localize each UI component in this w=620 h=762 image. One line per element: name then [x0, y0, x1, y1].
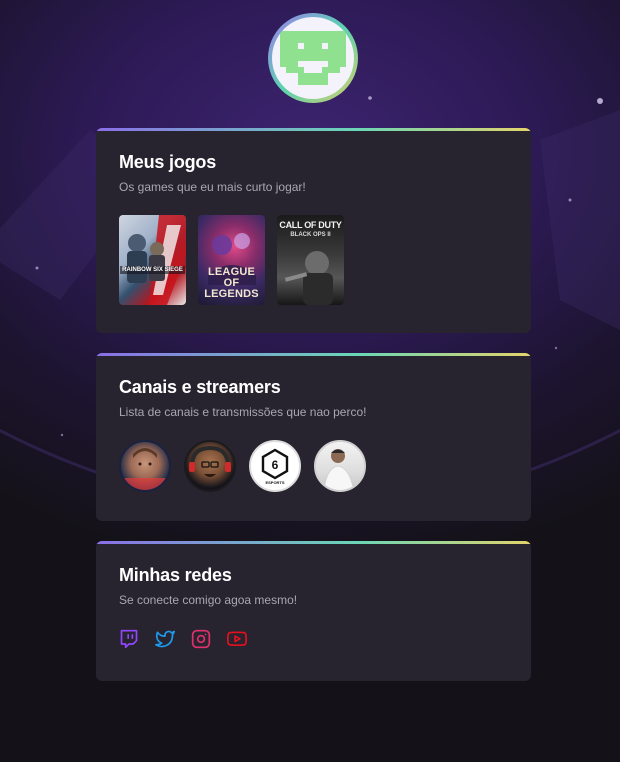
game-league-of-legends[interactable]: LEAGUE OF LEGENDS — [198, 215, 265, 305]
socials-title: Minhas redes — [119, 565, 232, 585]
socials-subtitle: Se conecte comigo agoa mesmo! — [119, 593, 298, 607]
channel-avatar-streamer-4[interactable] — [314, 440, 366, 492]
streamer-4-figure — [323, 449, 355, 490]
channel-avatar-streamer-1[interactable] — [119, 440, 171, 492]
twitter-icon[interactable] — [155, 629, 175, 649]
profile-avatar — [268, 13, 358, 103]
rainbow-six-art — [127, 215, 186, 305]
instagram-icon[interactable] — [191, 629, 211, 649]
twitch-icon[interactable] — [119, 629, 139, 649]
channels-title: Canais e streamers — [119, 377, 281, 397]
game-call-of-duty[interactable]: CALL OF DUTY BLACK OPS II — [277, 215, 344, 305]
game-cover-text: CALL OF DUTY — [279, 220, 342, 230]
socials-card: Minhas redes Se conecte comigo agoa mesm… — [96, 541, 531, 681]
channels-subtitle: Lista de canais e transmissões que nao p… — [119, 405, 367, 419]
streamer-1-face — [121, 448, 169, 490]
game-cover-subtext: BLACK OPS II — [290, 232, 331, 238]
game-cover-text: RAINBOW SIX SIEGE — [120, 266, 185, 274]
channel-avatar-streamer-2[interactable] — [184, 440, 236, 492]
svg-text:6: 6 — [272, 458, 279, 472]
game-rainbow-six-siege[interactable]: RAINBOW SIX SIEGE — [119, 215, 186, 305]
games-list: RAINBOW SIX SIEGE LEAGUE OF LEGENDS CALL… — [119, 215, 508, 305]
esports-label: ESPORTS — [265, 480, 285, 485]
streamer-2-face — [189, 445, 231, 477]
games-card: Meus jogos Os games que eu mais curto jo… — [96, 128, 531, 333]
channel-avatar-rainbow-six-esports[interactable]: 6 ESPORTS — [249, 440, 301, 492]
socials-list — [119, 629, 508, 649]
games-title: Meus jogos — [119, 152, 217, 172]
games-subtitle: Os games que eu mais curto jogar! — [119, 180, 306, 194]
pixel-logo-icon — [280, 31, 346, 85]
channels-card: Canais e streamers Lista de canais e tra… — [96, 353, 531, 521]
channels-list: 6 ESPORTS — [119, 440, 508, 492]
youtube-icon[interactable] — [227, 629, 247, 649]
game-cover-text: LEAGUE OF LEGENDS — [204, 266, 259, 300]
